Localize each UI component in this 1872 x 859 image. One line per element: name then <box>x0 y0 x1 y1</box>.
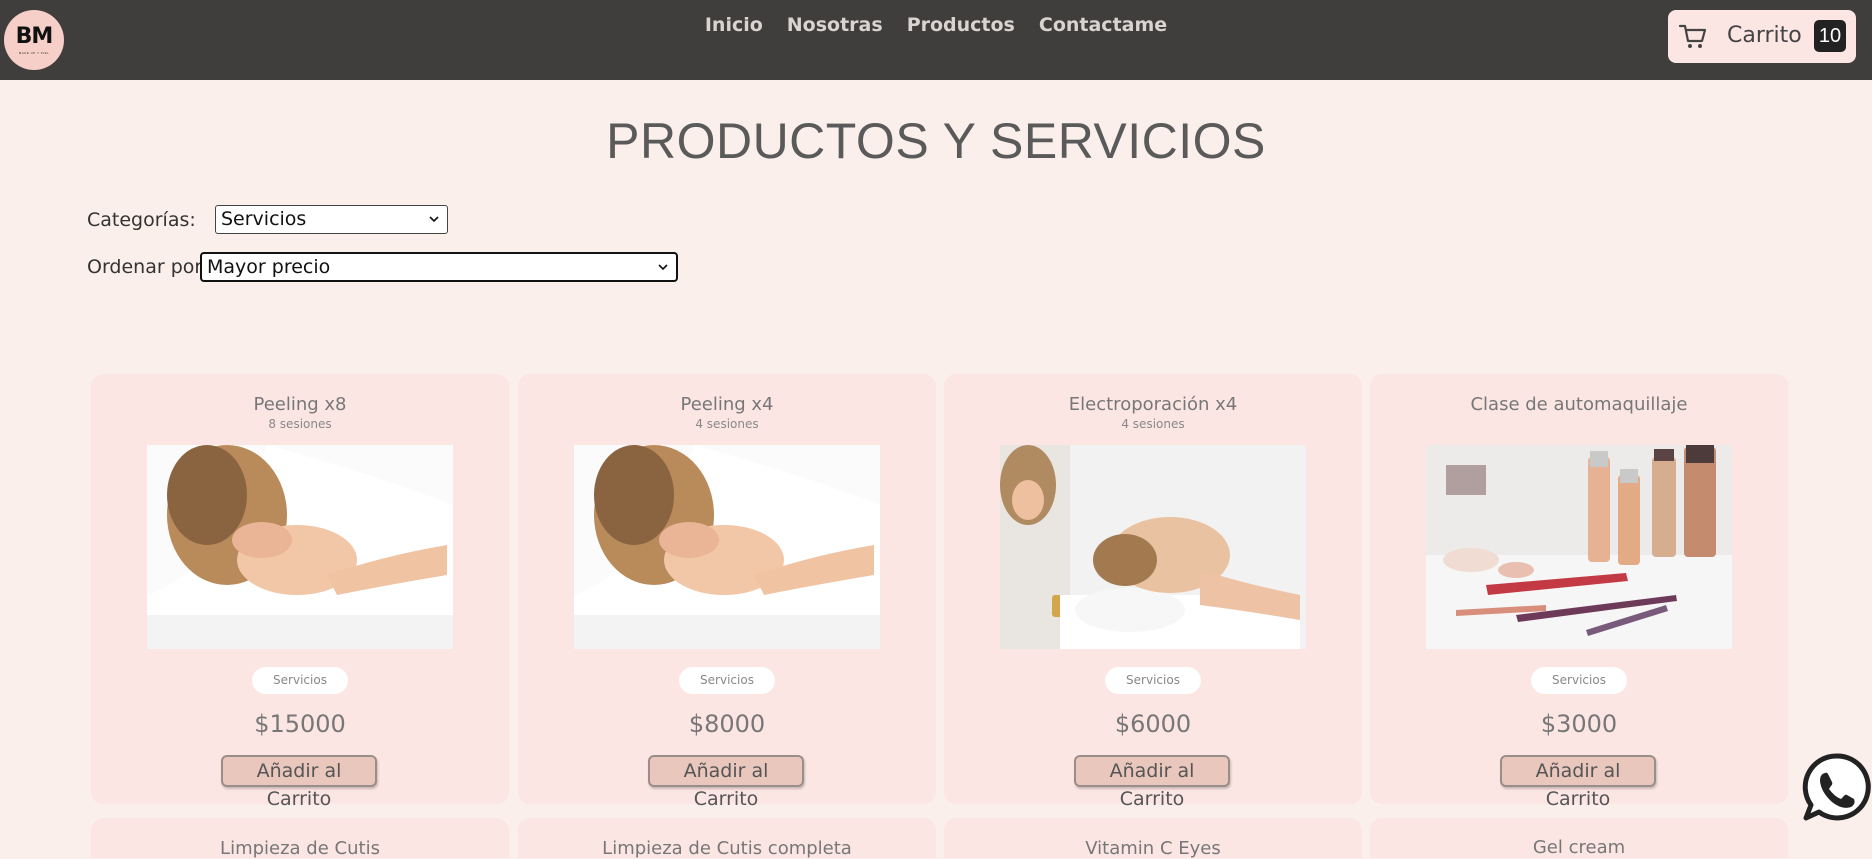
product-title: Peeling x4 <box>680 394 774 415</box>
cart-icon <box>1678 24 1707 48</box>
product-card: Limpieza de Cutis completa <box>518 818 936 859</box>
product-card: Limpieza de Cutis <box>91 818 509 859</box>
add-to-cart-button[interactable]: Añadir al Carrito <box>1074 755 1230 810</box>
product-price: $3000 <box>1540 710 1618 738</box>
product-title: Peeling x8 <box>253 394 347 415</box>
product-image[interactable] <box>1426 445 1732 649</box>
nav-link-productos[interactable]: Productos <box>907 14 1015 36</box>
product-card: Peeling x4 4 sesiones Servicios $8000 Añ… <box>518 374 936 810</box>
product-title: Electroporación x4 <box>1068 394 1238 415</box>
sort-filter-label: Ordenar por: <box>87 256 209 278</box>
nav-links: Inicio Nosotras Productos Contactame <box>0 0 1872 50</box>
cart-label: Carrito <box>1727 23 1802 48</box>
nav-link-contactame[interactable]: Contactame <box>1039 14 1167 36</box>
add-to-cart-button[interactable]: Añadir al Carrito <box>1500 755 1656 810</box>
category-badge: Servicios <box>1105 667 1201 694</box>
product-image[interactable] <box>1000 445 1306 649</box>
product-subtitle: 4 sesiones <box>1121 417 1185 431</box>
product-price: $8000 <box>688 710 766 738</box>
add-to-cart-button[interactable]: Añadir al Carrito <box>648 755 804 810</box>
product-title: Clase de automaquillaje <box>1470 394 1688 415</box>
page-title: PRODUCTOS Y SERVICIOS <box>606 113 1266 169</box>
category-badge: Servicios <box>679 667 775 694</box>
sort-select[interactable]: Mayor precio <box>200 252 678 282</box>
product-card: Gel cream <box>1370 818 1788 858</box>
product-title: Limpieza de Cutis <box>220 838 380 859</box>
product-title: Gel cream <box>1532 837 1626 858</box>
product-price: $15000 <box>254 710 346 738</box>
category-select[interactable]: Servicios <box>215 205 448 234</box>
nav-link-inicio[interactable]: Inicio <box>705 14 763 36</box>
product-card: Peeling x8 8 sesiones Servicios $15000 A… <box>91 374 509 810</box>
add-to-cart-button[interactable]: Añadir al Carrito <box>221 755 377 810</box>
product-card: Clase de automaquillaje Servicios $3000 … <box>1370 374 1788 810</box>
product-card: Electroporación x4 4 sesiones Servicios … <box>944 374 1362 810</box>
product-image[interactable] <box>147 445 453 649</box>
product-image[interactable] <box>574 445 880 649</box>
navbar: BM MAKE UP Y PIEL Inicio Nosotras Produc… <box>0 0 1872 80</box>
whatsapp-icon[interactable] <box>1800 752 1872 824</box>
category-badge: Servicios <box>1531 667 1627 694</box>
logo-subtext: MAKE UP Y PIEL <box>18 50 50 55</box>
chevron-down-icon <box>658 264 668 271</box>
cart-count-badge: 10 <box>1814 20 1846 52</box>
chevron-down-icon <box>429 216 439 223</box>
product-card: Vitamin C Eyes <box>944 818 1362 859</box>
cart-button[interactable]: Carrito 10 <box>1668 10 1856 63</box>
category-badge: Servicios <box>252 667 348 694</box>
product-price: $6000 <box>1114 710 1192 738</box>
category-filter-label: Categorías: <box>87 209 196 231</box>
nav-link-nosotras[interactable]: Nosotras <box>787 14 883 36</box>
product-title: Vitamin C Eyes <box>1085 838 1221 859</box>
sort-select-value: Mayor precio <box>207 256 331 278</box>
product-subtitle: 8 sesiones <box>268 417 332 431</box>
product-subtitle: 4 sesiones <box>695 417 759 431</box>
product-title: Limpieza de Cutis completa <box>602 838 852 859</box>
category-select-value: Servicios <box>221 208 307 230</box>
